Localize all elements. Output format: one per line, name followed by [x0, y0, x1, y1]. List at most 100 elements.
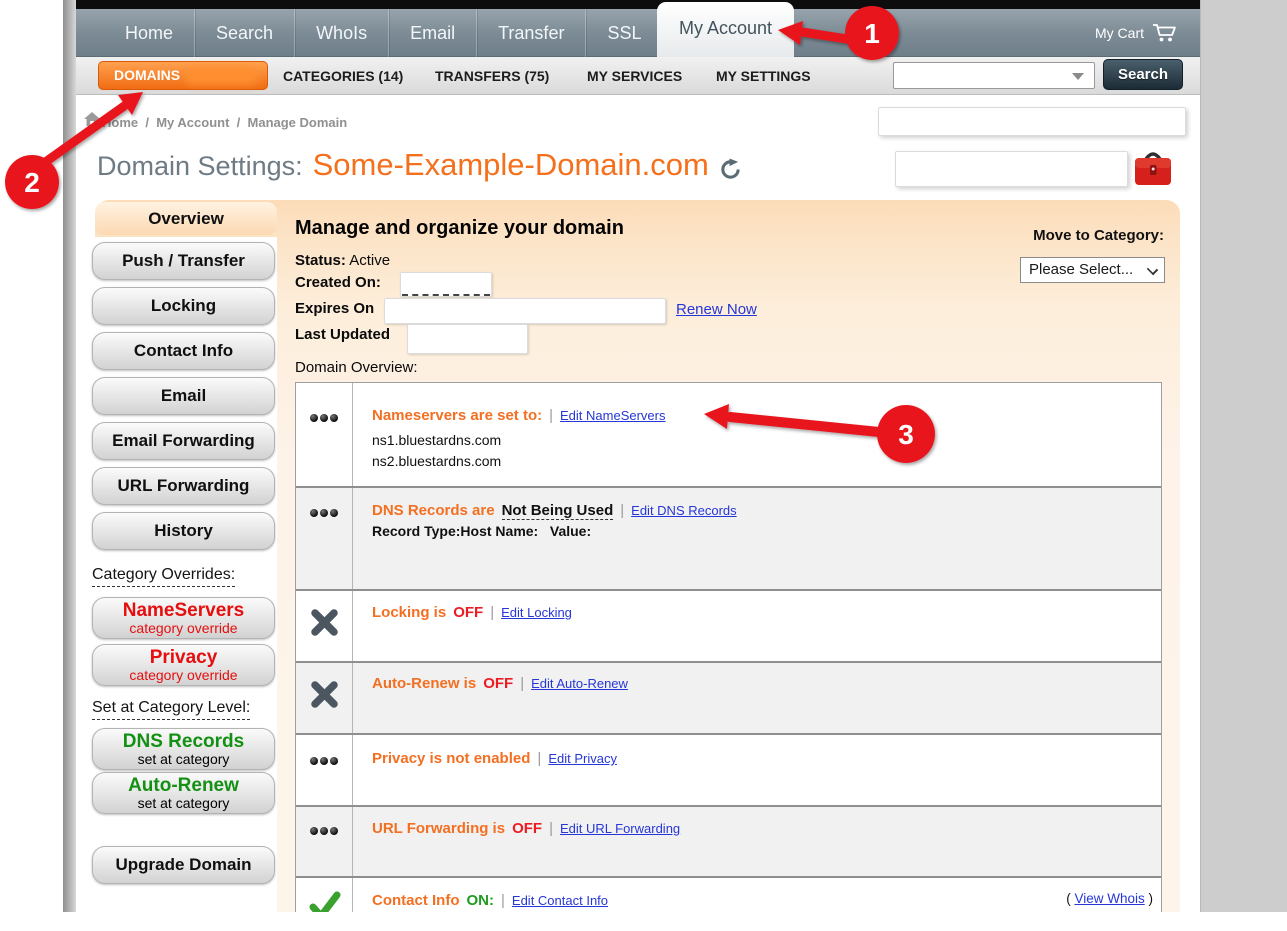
- select-value: Please Select...: [1029, 261, 1133, 278]
- cart-icon: [1152, 23, 1178, 43]
- separator: |: [520, 675, 524, 692]
- sidebar-item-auto-renew-category[interactable]: Auto-Renew set at category: [92, 772, 275, 814]
- nameserver-2: ns2.bluestardns.com: [372, 451, 1145, 472]
- my-cart[interactable]: My Cart: [1095, 9, 1178, 57]
- sidebar-item-email-forwarding[interactable]: Email Forwarding: [92, 422, 275, 460]
- nav-tab-my-account-active[interactable]: My Account: [657, 2, 794, 57]
- separator: |: [501, 892, 505, 909]
- last-updated-label: Last Updated: [295, 326, 390, 343]
- breadcrumb-home[interactable]: Home: [102, 115, 138, 130]
- domain-overview-label: Domain Overview:: [295, 359, 418, 376]
- row-icon-cell: [296, 735, 353, 805]
- nav-tab-email[interactable]: Email: [388, 9, 476, 57]
- edit-privacy-link[interactable]: Edit Privacy: [548, 751, 617, 766]
- table-row-dns-records: DNS Records are Not Being Used | Edit DN…: [296, 486, 1161, 589]
- breadcrumb-manage-domain: Manage Domain: [248, 115, 348, 130]
- override-subtitle: category override: [93, 668, 274, 683]
- breadcrumb-separator: /: [237, 115, 241, 130]
- sidebar-item-nameservers-override[interactable]: NameServers category override: [92, 597, 275, 639]
- edit-locking-link[interactable]: Edit Locking: [501, 605, 572, 620]
- sidebar-item-push-transfer[interactable]: Push / Transfer: [92, 242, 275, 280]
- subnav-item-transfers[interactable]: TRANSFERS (75): [435, 57, 549, 95]
- search-button[interactable]: Search: [1103, 59, 1183, 90]
- separator: |: [549, 407, 553, 424]
- sidebar-item-upgrade-domain[interactable]: Upgrade Domain: [92, 846, 275, 884]
- sidebar-item-overview-active[interactable]: Overview: [95, 202, 277, 235]
- row-status: OFF: [453, 604, 483, 621]
- row-status: ON:: [467, 892, 495, 909]
- paren-close: ): [1149, 891, 1154, 906]
- category-title: DNS Records: [93, 731, 274, 752]
- sidebar-item-history[interactable]: History: [92, 512, 275, 550]
- title-prefix: Domain Settings:: [97, 151, 303, 182]
- section-heading: Manage and organize your domain: [295, 217, 624, 240]
- table-row-auto-renew: Auto-Renew is OFF | Edit Auto-Renew: [296, 661, 1161, 733]
- row-icon-cell: [296, 383, 353, 486]
- nav-tab-transfer[interactable]: Transfer: [476, 9, 585, 57]
- window-left-edge: [63, 0, 76, 912]
- row-icon-cell: [296, 807, 353, 876]
- edit-nameservers-link[interactable]: Edit NameServers: [560, 408, 665, 423]
- override-title: Privacy: [93, 647, 274, 668]
- dropdown-arrow-icon[interactable]: [1072, 73, 1084, 80]
- sidebar-item-contact-info[interactable]: Contact Info: [92, 332, 275, 370]
- edit-auto-renew-link[interactable]: Edit Auto-Renew: [531, 676, 628, 691]
- x-icon: [296, 599, 353, 645]
- sidebar-item-email[interactable]: Email: [92, 377, 275, 415]
- row-title: Contact Info: [372, 892, 460, 909]
- edit-contact-info-link[interactable]: Edit Contact Info: [512, 893, 608, 908]
- sidebar-item-dns-records-category[interactable]: DNS Records set at category: [92, 728, 275, 770]
- redacted-dashed-underline: [402, 282, 490, 296]
- toolbox-icon[interactable]: [1132, 146, 1174, 190]
- edit-dns-records-link[interactable]: Edit DNS Records: [631, 503, 736, 518]
- subnav-item-my-services[interactable]: MY SERVICES: [587, 57, 682, 95]
- table-row-nameservers: Nameservers are set to: | Edit NameServe…: [296, 383, 1161, 486]
- chevron-down-icon: [1147, 264, 1158, 275]
- dots-icon: [296, 383, 352, 422]
- row-title: URL Forwarding is: [372, 820, 505, 837]
- home-icon: [84, 112, 100, 127]
- status-label: Status:: [295, 252, 346, 269]
- table-row-contact-info: Contact Info ON: | Edit Contact Info ( V…: [296, 876, 1161, 912]
- domains-label: DOMAINS: [114, 67, 180, 83]
- sidebar-item-privacy-override[interactable]: Privacy category override: [92, 644, 275, 686]
- override-subtitle: category override: [93, 621, 274, 636]
- redacted-box: [407, 324, 528, 354]
- created-on-label: Created On:: [295, 274, 381, 291]
- nav-tab-home[interactable]: Home: [104, 9, 194, 57]
- expires-on-label: Expires On: [295, 300, 374, 317]
- refresh-icon[interactable]: [719, 158, 742, 181]
- sidebar-item-url-forwarding[interactable]: URL Forwarding: [92, 467, 275, 505]
- category-overrides-label: Category Overrides:: [92, 566, 235, 587]
- nameserver-1: ns1.bluestardns.com: [372, 430, 1145, 451]
- view-whois-link[interactable]: View Whois: [1074, 891, 1144, 906]
- renew-now-link[interactable]: Renew Now: [676, 301, 757, 318]
- dots-icon: [296, 807, 352, 835]
- nav-tab-search[interactable]: Search: [194, 9, 294, 57]
- category-subtitle: set at category: [93, 796, 274, 811]
- sidebar-item-locking[interactable]: Locking: [92, 287, 275, 325]
- domain-search-combobox[interactable]: [893, 62, 1095, 89]
- subnav-item-domains-active[interactable]: DOMAINS: [98, 61, 268, 90]
- row-icon-cell: [296, 591, 353, 661]
- x-icon: [296, 671, 353, 717]
- status-value: Active: [349, 252, 390, 269]
- category-subtitle: set at category: [93, 752, 274, 767]
- domain-name: Some-Example-Domain.com: [313, 147, 709, 183]
- subnav-item-my-settings[interactable]: MY SETTINGS: [716, 57, 811, 95]
- override-title: NameServers: [93, 600, 274, 621]
- nav-tab-whois[interactable]: WhoIs: [294, 9, 388, 57]
- status-line: Status: Active: [295, 252, 390, 269]
- top-black-strip: [76, 0, 1200, 9]
- move-to-category-select[interactable]: Please Select...: [1020, 257, 1165, 283]
- edit-url-forwarding-link[interactable]: Edit URL Forwarding: [560, 821, 680, 836]
- row-icon-cell: [296, 663, 353, 733]
- subnav-item-categories[interactable]: CATEGORIES (14): [283, 57, 403, 95]
- annotation-number-2: 2: [24, 167, 40, 198]
- check-icon: [296, 886, 353, 912]
- separator: |: [490, 604, 494, 621]
- nav-tab-ssl[interactable]: SSL: [585, 9, 662, 57]
- row-icon-cell: [296, 878, 353, 912]
- redacted-box: [878, 107, 1186, 136]
- breadcrumb-my-account[interactable]: My Account: [156, 115, 229, 130]
